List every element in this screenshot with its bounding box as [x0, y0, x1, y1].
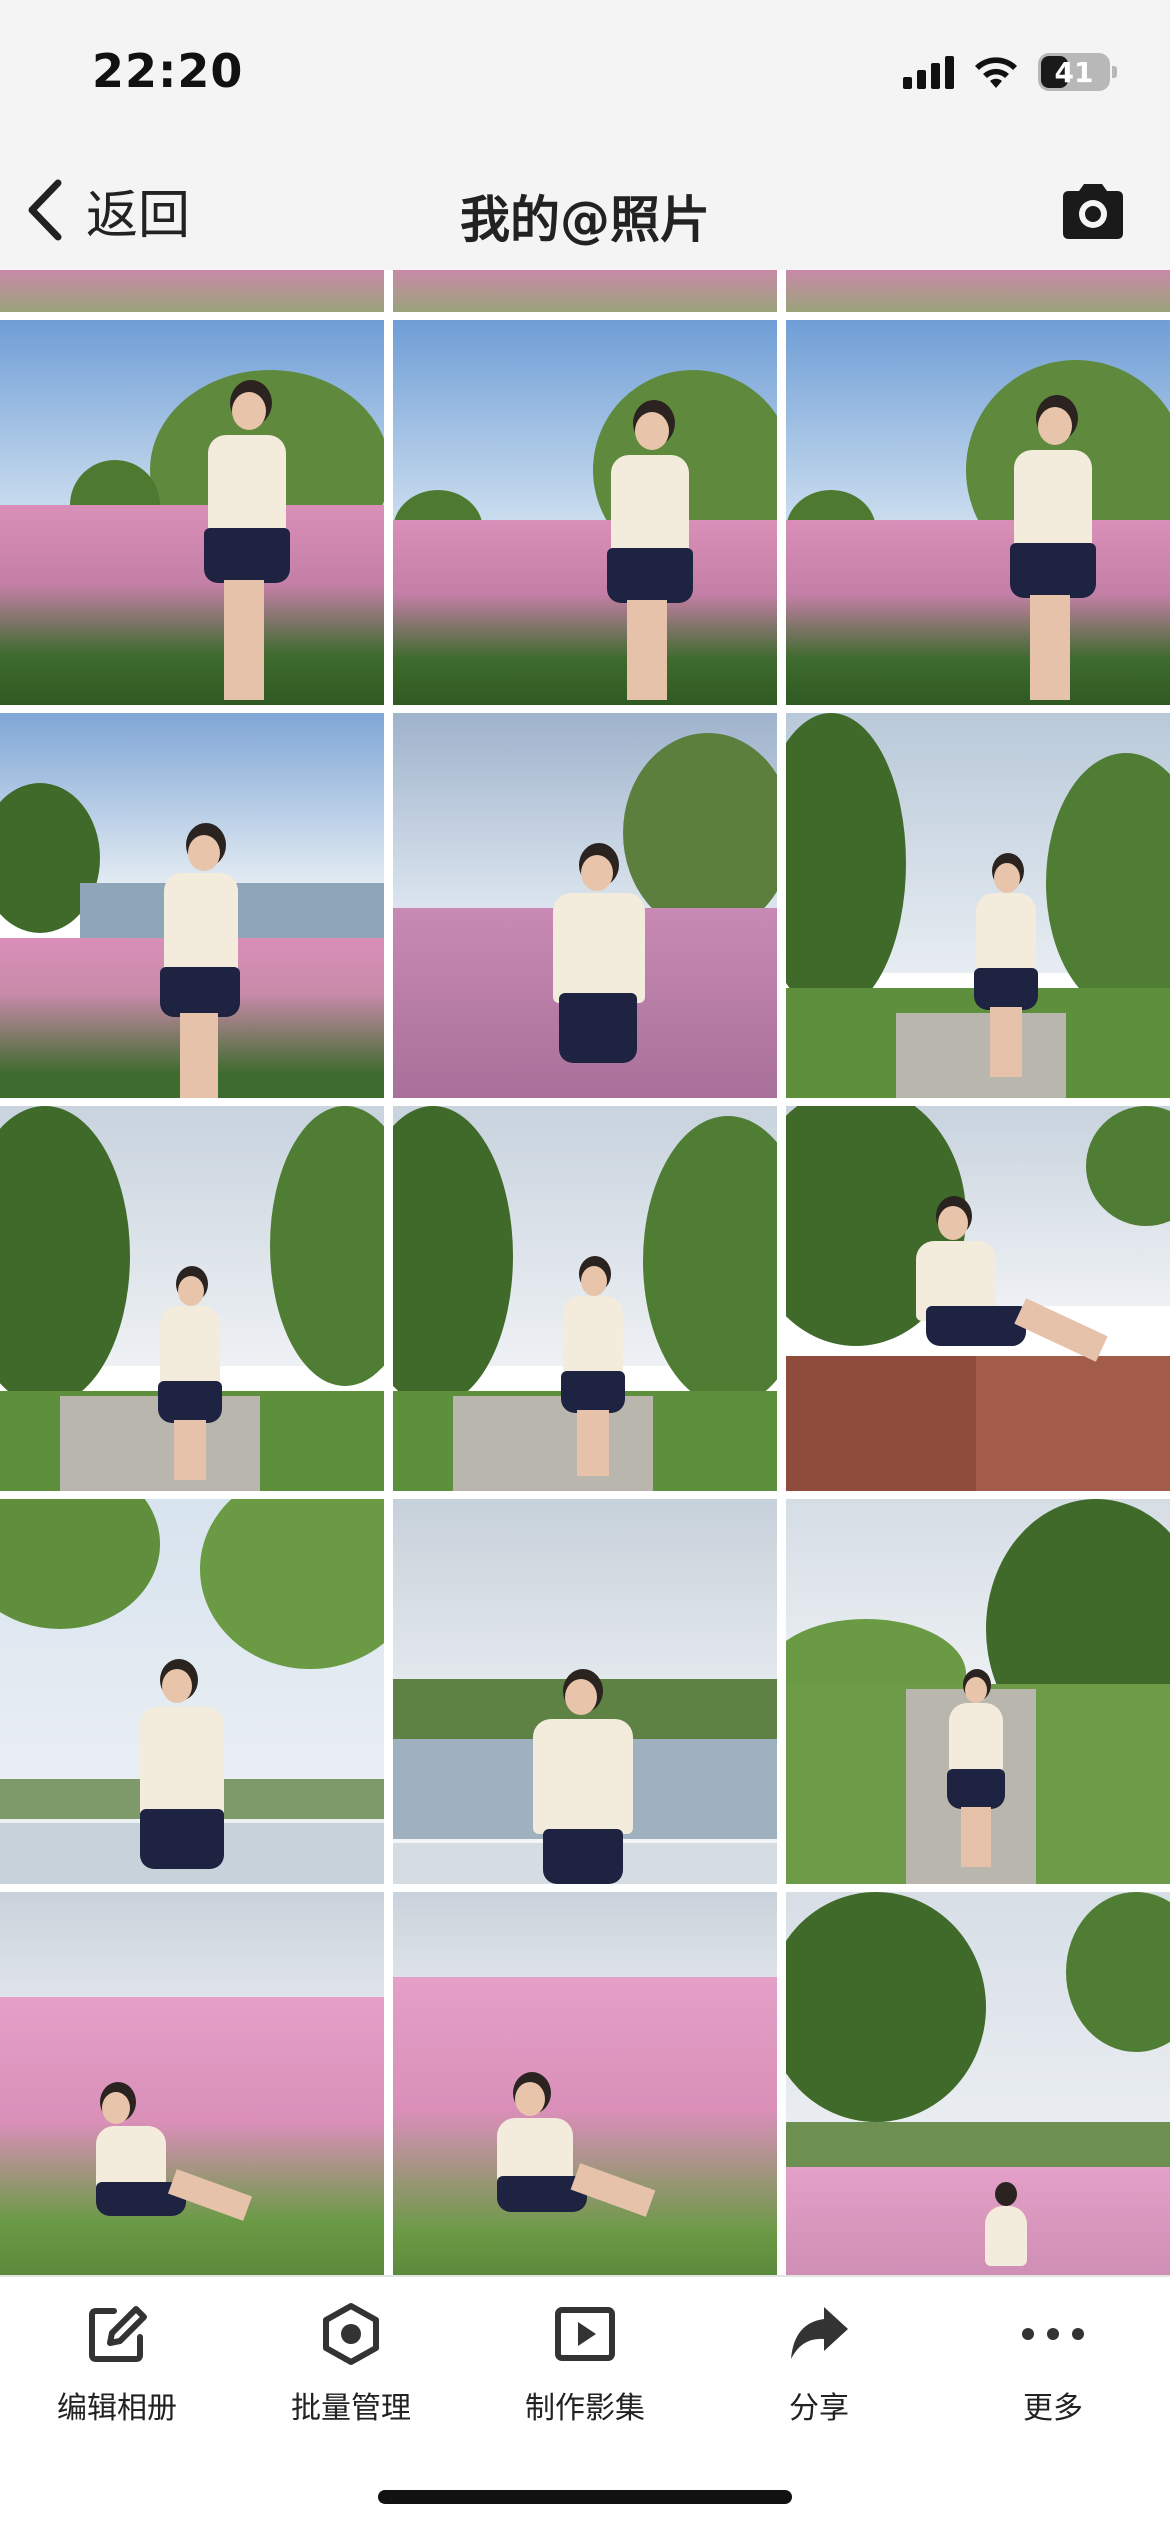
share-icon	[784, 2299, 854, 2369]
photo-thumbnail[interactable]	[0, 1106, 384, 1491]
photo-thumbnail[interactable]	[0, 713, 384, 1098]
tool-label: 批量管理	[291, 2391, 411, 2426]
edit-album-button[interactable]: 编辑相册	[0, 2299, 234, 2449]
camera-icon	[1063, 184, 1123, 239]
tool-label: 分享	[789, 2391, 849, 2426]
photo-thumbnail-partial[interactable]	[0, 270, 384, 312]
photo-thumbnail[interactable]	[0, 320, 384, 705]
photo-thumbnail[interactable]	[786, 320, 1170, 705]
photo-thumbnail[interactable]	[786, 1106, 1170, 1491]
status-bar: 22:20 41	[0, 0, 1170, 150]
cellular-signal-icon	[903, 55, 954, 89]
photo-thumbnail[interactable]	[393, 1499, 777, 1884]
photo-thumbnail[interactable]	[786, 1892, 1170, 2275]
home-indicator	[378, 2490, 792, 2504]
photo-thumbnail[interactable]	[0, 1892, 384, 2275]
tool-label: 更多	[1023, 2391, 1083, 2426]
page-title: 我的@照片	[460, 191, 710, 249]
wifi-icon	[975, 57, 1017, 88]
app-screen: 22:20 41 返回 我的@照片 编辑相册 批量管理 制作影集 分享 更多	[0, 0, 1170, 2532]
share-button[interactable]: 分享	[702, 2299, 936, 2449]
photo-thumbnail[interactable]	[393, 1892, 777, 2275]
batch-manage-button[interactable]: 批量管理	[234, 2299, 468, 2449]
photo-thumbnail[interactable]	[393, 1106, 777, 1491]
photo-thumbnail[interactable]	[393, 320, 777, 705]
status-time: 22:20	[92, 44, 244, 98]
battery-icon: 41	[1038, 53, 1117, 91]
camera-button[interactable]	[1058, 176, 1128, 246]
photo-thumbnail[interactable]	[0, 1499, 384, 1884]
tool-label: 编辑相册	[57, 2391, 177, 2426]
video-icon	[550, 2299, 620, 2369]
tool-label: 制作影集	[525, 2391, 645, 2426]
nav-bar: 返回 我的@照片	[0, 150, 1170, 270]
photo-thumbnail[interactable]	[786, 1499, 1170, 1884]
battery-level: 41	[1054, 55, 1094, 89]
status-icons: 41	[903, 50, 1117, 94]
make-album-video-button[interactable]: 制作影集	[468, 2299, 702, 2449]
photo-thumbnail[interactable]	[393, 713, 777, 1098]
more-icon	[1018, 2299, 1088, 2369]
more-button[interactable]: 更多	[936, 2299, 1170, 2449]
manage-icon	[316, 2299, 386, 2369]
edit-icon	[82, 2299, 152, 2369]
photo-thumbnail-partial[interactable]	[786, 270, 1170, 312]
photo-grid	[0, 270, 1170, 2275]
photo-thumbnail[interactable]	[786, 713, 1170, 1098]
photo-thumbnail-partial[interactable]	[393, 270, 777, 312]
